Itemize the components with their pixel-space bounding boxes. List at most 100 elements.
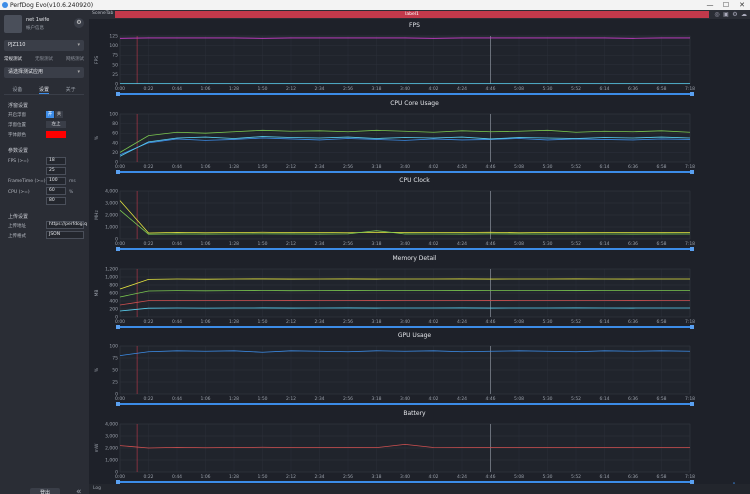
x-tick-label: 1:50 [257,319,267,325]
show-float-on[interactable]: 开 [46,111,54,118]
x-tick-label: 4:24 [457,86,467,92]
x-tick-label: 6:36 [628,86,638,92]
app-select-label: 请选择测试应用 [8,69,44,75]
avatar[interactable] [4,15,22,33]
maximize-button[interactable]: ☐ [718,0,734,10]
app-select[interactable]: 请选择测试应用 ▾ [4,67,84,78]
scene-tab[interactable]: SceneTab [92,11,113,16]
y-tick-label: 1,200 [105,266,118,272]
chart-svg[interactable]: 0255075100%0:00 0:22 0:44 1:06 1:28 1:50 2:12 2… [92,332,732,410]
x-tick-label: 4:46 [485,86,495,92]
window-title: PerfDog Evo(v10.6.240920) [10,1,94,9]
x-tick-label: 3:40 [400,241,410,247]
x-tick-label: 2:12 [286,474,296,480]
tab-settings[interactable]: 设置 [38,86,49,94]
fps-label: FPS (>=) [8,159,29,164]
close-button[interactable]: ✕ [734,0,750,10]
range-slider-handle-right [690,324,694,329]
x-tick-label: 1:06 [200,86,210,92]
x-tick-label: 5:08 [514,396,524,402]
range-slider-track [116,93,694,95]
x-tick-label: 1:06 [200,164,210,170]
chart-panel-2: CPU Clock 0 1,000 2,000 3,000 4,000 MHz 0:00 0:2… [92,177,737,255]
font-color-swatch[interactable] [46,131,66,138]
x-tick-label: 4:24 [457,396,467,402]
x-tick-label: 2:56 [343,396,353,402]
x-tick-label: 3:40 [400,164,410,170]
x-tick-label: 1:50 [257,474,267,480]
x-tick-label: 2:34 [314,164,324,170]
upload-format-select[interactable]: JSON [46,231,84,239]
chart-svg[interactable]: 0255075100125FPS0:00 0:22 0:44 1:06 1:28 1:50… [92,22,732,100]
y-tick-label: 200 [109,306,118,312]
x-tick-label: 2:34 [314,86,324,92]
range-slider-handle-left [116,169,120,174]
x-tick-label: 0:00 [115,86,125,92]
x-tick-label: 6:58 [656,86,666,92]
x-tick-label: 4:24 [457,241,467,247]
x-tick-label: 5:08 [514,474,524,480]
x-tick-label: 0:00 [115,474,125,480]
x-tick-label: 2:34 [314,319,324,325]
mode-normal[interactable]: 常规测试 [4,56,22,62]
chart-svg[interactable]: 020406080100%0:00 0:22 0:44 1:06 1:28 1:50 2:1… [92,100,732,178]
x-tick-label: 1:50 [257,241,267,247]
collapse-sidebar-icon[interactable]: « [76,487,82,494]
show-float-off[interactable]: 关 [55,111,63,118]
x-tick-label: 5:30 [542,86,552,92]
main-panel: SceneTab label1 ◎ ▣ ⚙ ☁ FPS 0 25 50 75 100 125… [89,10,750,494]
x-tick-label: 6:14 [599,396,609,402]
mode-unlimited[interactable]: 无限测试 [35,56,53,62]
x-tick-label: 3:18 [371,86,381,92]
fps-threshold-1[interactable]: 18 [46,157,66,165]
fps-threshold-2[interactable]: 25 [46,167,66,175]
x-tick-label: 2:34 [314,396,324,402]
minimize-button[interactable]: — [702,0,718,10]
log-bar[interactable]: Log [89,484,750,494]
chart-svg[interactable]: 02004006008001,0001,200MB0:00 0:22 0:44 1:0… [92,255,732,333]
cpu-unit: % [69,190,74,195]
x-tick-label: 0:22 [143,164,153,170]
range-slider-track [116,325,694,328]
chart-panel-1: CPU Core Usage 0 20 40 60 80 100% 0:00 0:22 0:44 1… [92,100,737,178]
x-tick-label: 4:46 [485,241,495,247]
cloud-icon[interactable]: ☁ [740,10,748,19]
x-tick-label: 3:18 [371,164,381,170]
x-tick-label: 5:08 [514,164,524,170]
x-tick-label: 0:44 [172,164,182,170]
chart-svg[interactable]: 01,0002,0003,0004,000mW0:00 0:22 0:44 1:06 1… [92,410,732,488]
y-axis-label: % [94,135,100,140]
range-slider-handle-right [690,247,694,251]
cpu-threshold-2[interactable]: 80 [46,197,66,205]
cpu-label: CPU (>=) [8,190,30,195]
x-tick-label: 6:36 [628,241,638,247]
float-position-select[interactable]: 左上 [46,121,66,128]
chart-svg[interactable]: 01,0002,0003,0004,000MHz0:00 0:22 0:44 1:06… [92,177,732,255]
range-slider-handle-right [690,402,694,406]
device-select[interactable]: PJZ110 ▾ [4,40,84,51]
account-info-link[interactable]: 帐户信息 [26,25,44,31]
x-tick-label: 6:58 [656,396,666,402]
tab-about[interactable]: 关于 [66,86,76,94]
upload-address-input[interactable]: https://perfdog.q [46,221,87,229]
app-logo-icon [2,2,8,8]
x-tick-label: 4:46 [485,474,495,480]
settings-icon[interactable]: ⚙ [731,10,739,19]
cpu-threshold-1[interactable]: 60 [46,187,66,195]
x-tick-label: 5:30 [542,319,552,325]
logout-button[interactable]: 登出 [30,488,60,494]
location-icon[interactable]: ◎ [713,10,721,19]
mode-network[interactable]: 网络测试 [66,56,84,62]
export-icon[interactable]: ▣ [722,10,730,19]
x-tick-label: 3:18 [371,396,381,402]
x-tick-label: 1:06 [200,474,210,480]
x-tick-label: 5:52 [571,241,581,247]
x-tick-label: 5:08 [514,86,524,92]
settings-gear-icon[interactable]: ⚙ [74,18,84,28]
y-tick-label: 20 [112,149,118,155]
y-tick-label: 1,000 [105,225,118,231]
tab-device[interactable]: 设备 [12,86,22,94]
label-bar[interactable]: label1 [115,11,709,18]
show-float-label: 开启浮窗 [8,113,26,118]
frametime-input[interactable]: 100 [46,177,66,185]
